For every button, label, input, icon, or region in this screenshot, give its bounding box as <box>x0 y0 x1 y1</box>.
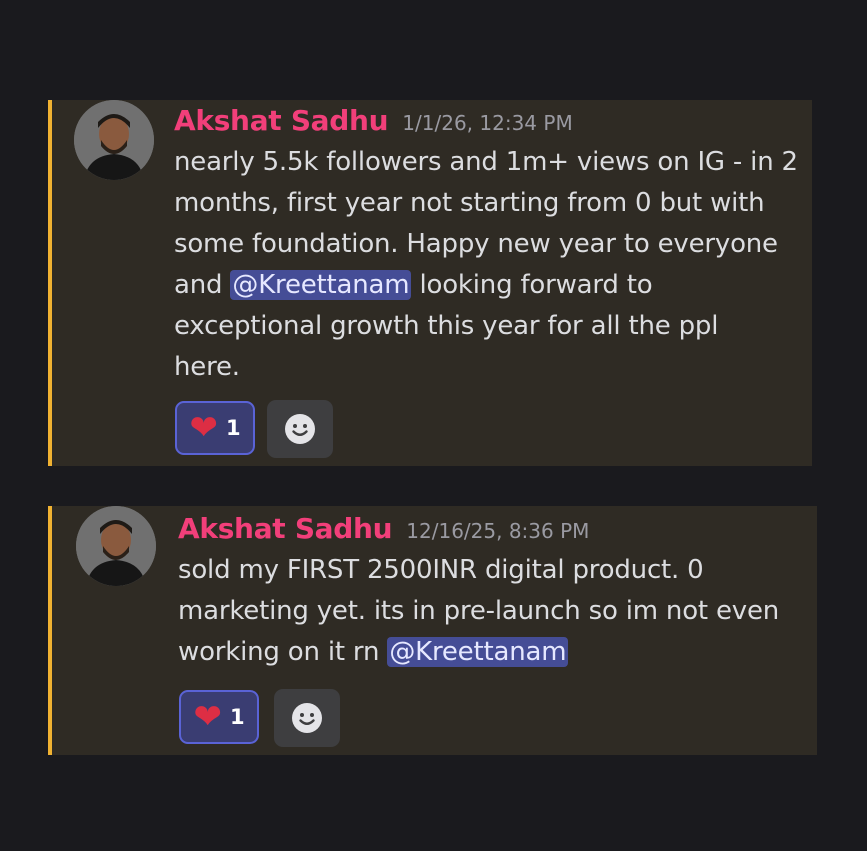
heart-icon: ❤ <box>189 408 218 448</box>
message[interactable]: Akshat Sadhu 1/1/26, 12:34 PM nearly 5.5k… <box>48 100 812 466</box>
message-content: nearly 5.5k followers and 1m+ views on I… <box>174 142 798 388</box>
message-line: months, first year not starting from 0 b… <box>174 188 765 218</box>
message-line: marketing yet. its in pre-launch so im n… <box>178 596 780 626</box>
timestamp: 12/16/25, 8:36 PM <box>406 519 590 543</box>
message-content: sold my FIRST 2500INR digital product. 0… <box>178 550 779 673</box>
text-segment: working on it rn <box>178 637 388 667</box>
message-header: Akshat Sadhu 12/16/25, 8:36 PM <box>178 512 589 545</box>
timestamp: 1/1/26, 12:34 PM <box>402 111 573 135</box>
user-mention[interactable]: @Kreettanam <box>230 270 412 300</box>
smiley-icon <box>285 414 315 444</box>
avatar[interactable] <box>76 506 156 586</box>
heart-reaction-button[interactable]: ❤ 1 <box>175 401 255 455</box>
author-name[interactable]: Akshat Sadhu <box>178 512 393 545</box>
text-segment: looking forward to <box>411 270 653 300</box>
message-line: working on it rn @Kreettanam <box>178 632 779 673</box>
add-reaction-button[interactable] <box>274 689 340 747</box>
message-line: nearly 5.5k followers and 1m+ views on I… <box>174 147 798 177</box>
message-line: some foundation. Happy new year to every… <box>174 229 778 259</box>
message-header: Akshat Sadhu 1/1/26, 12:34 PM <box>174 104 573 137</box>
avatar[interactable] <box>74 100 154 180</box>
reaction-count: 1 <box>225 416 241 440</box>
heart-reaction-button[interactable]: ❤ 1 <box>179 690 259 744</box>
message-line: exceptional growth this year for all the… <box>174 311 719 341</box>
user-mention[interactable]: @Kreettanam <box>387 637 569 667</box>
message-line: and @Kreettanam looking forward to <box>174 265 798 306</box>
message-line: sold my FIRST 2500INR digital product. 0 <box>178 555 704 585</box>
smiley-icon <box>292 703 322 733</box>
heart-icon: ❤ <box>193 697 222 737</box>
add-reaction-button[interactable] <box>267 400 333 458</box>
message[interactable]: Akshat Sadhu 12/16/25, 8:36 PM sold my FI… <box>48 506 817 755</box>
reaction-count: 1 <box>229 705 245 729</box>
message-line: here. <box>174 352 240 382</box>
author-name[interactable]: Akshat Sadhu <box>174 104 389 137</box>
text-segment: and <box>174 270 231 300</box>
